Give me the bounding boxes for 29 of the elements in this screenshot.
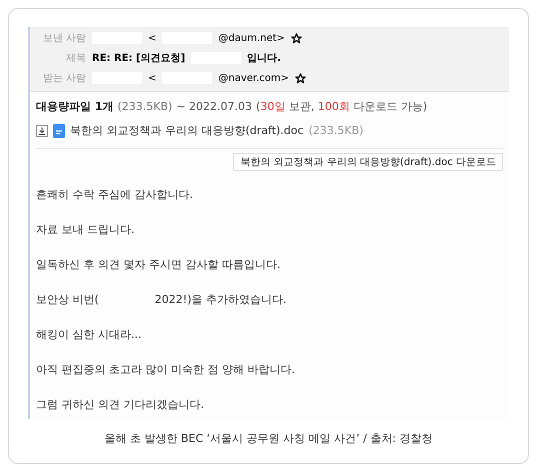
download-icon[interactable] — [36, 125, 48, 137]
attachment-size: (233.5KB) — [308, 122, 364, 139]
file-size: (233.5KB) — [117, 98, 172, 115]
star-icon[interactable] — [290, 32, 302, 44]
field-label: 보낸 사람 — [42, 32, 86, 46]
text: @daum.net> — [218, 32, 285, 46]
message-text: 일독하신 후 의견 몇자 주시면 감사할 따름입니다. — [36, 256, 280, 273]
document-icon — [53, 124, 65, 138]
field-label: 제목 — [65, 52, 86, 66]
message-text: 자료 보내 드립니다. — [36, 222, 134, 238]
retention-note: (30일 보관, 100회 다운로드 가능) — [256, 98, 428, 115]
text: < — [148, 32, 156, 46]
text: @naver.com> — [218, 72, 290, 86]
image-caption: 올해 초 발생한 BEC ‘서울시 공무원 사칭 메일 사건’ / 출처: 경찰청 — [104, 431, 433, 447]
attachment-link[interactable]: 북한의 외교정책과 우리의 대응방향(draft).doc — [70, 122, 304, 140]
file-count: 대용량파일 1개 — [36, 98, 114, 115]
message-text: 그럼 귀하신 의견 기다리겠습니다. — [36, 396, 204, 413]
text: 입니다. — [247, 52, 281, 66]
message-text: 2022!)을 추가하였습니다. — [154, 292, 286, 308]
text: < — [148, 72, 156, 86]
download-button[interactable]: 북한의 외교정책과 우리의 대응방향(draft).doc 다운로드 — [233, 153, 503, 171]
message-text: 보안상 비번( — [36, 292, 99, 308]
star-icon[interactable] — [295, 72, 306, 84]
text: RE: RE: [의견요청] — [92, 52, 186, 66]
message-text: 아직 편집중의 초고라 많이 미숙한 점 양해 바랍니다. — [36, 362, 295, 378]
message-text: 해킹이 심한 시대라... — [36, 326, 142, 343]
message-text: 흔쾌히 수락 주심에 감사합니다. — [36, 186, 193, 203]
field-label: 받는 사람 — [42, 72, 86, 86]
expiry-date: ~ 2022.07.03 — [176, 98, 252, 115]
